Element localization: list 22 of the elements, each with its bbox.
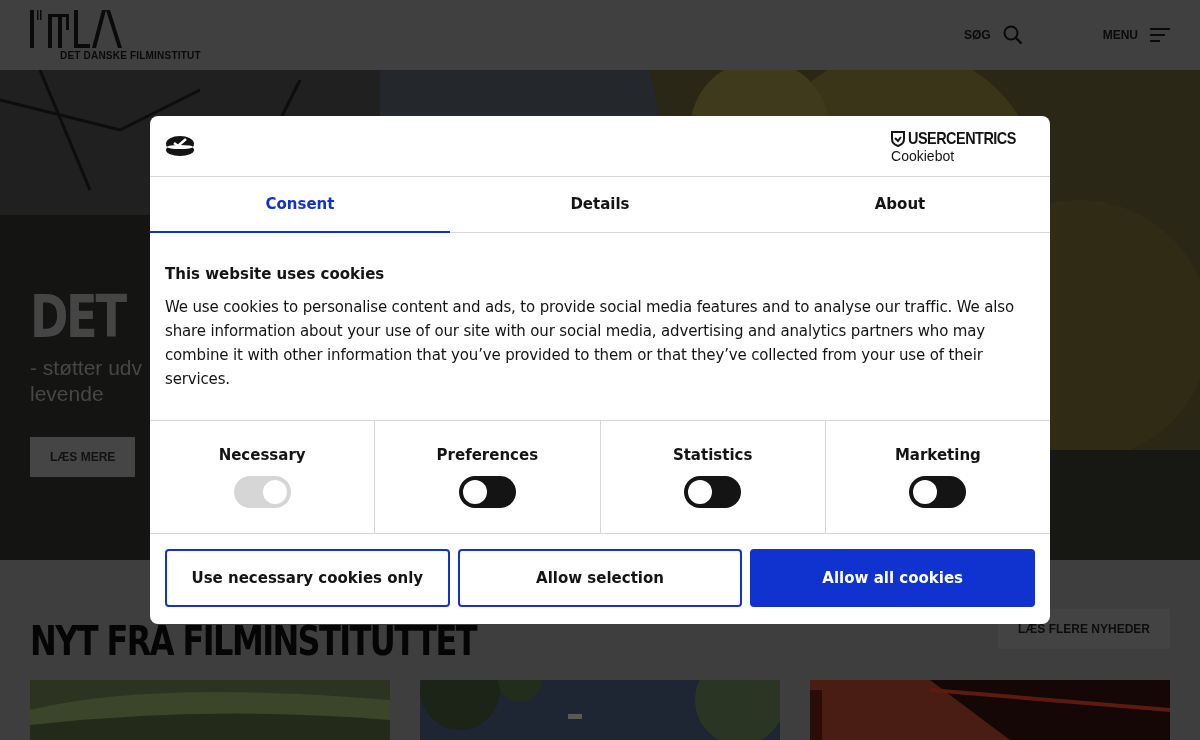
consent-button[interactable]: Use necessary cookies only <box>165 549 450 607</box>
menu-icon <box>1150 27 1170 43</box>
brand-name: USERCENTRICS <box>908 128 1016 149</box>
shield-icon <box>891 130 906 147</box>
category-label: Preferences <box>436 446 539 464</box>
toggle-switch[interactable] <box>458 476 516 508</box>
dialog-text: We use cookies to personalise content and ads, to provide social media features and to analyse our traffic. We also share information about your use of our site with our social media, advertising and analytics partners who may combine it with other information that you’ve provided to them or that they’ve collected from your use of their services. <box>165 297 1016 390</box>
category-label: Necessary <box>218 446 306 464</box>
category-label: Statistics <box>672 446 753 464</box>
dialog-tab[interactable]: About <box>750 177 1050 233</box>
cookie-check-icon <box>165 134 195 158</box>
search-icon <box>1002 25 1023 45</box>
allow-all-button[interactable]: Allow all cookies <box>750 549 1035 607</box>
dialog-tab[interactable]: Consent <box>150 177 450 233</box>
category-label: Marketing <box>894 446 981 464</box>
dialog-heading: This website uses cookies <box>165 265 386 283</box>
toggle-switch[interactable] <box>909 476 967 508</box>
consent-button[interactable]: Allow selection <box>457 549 743 607</box>
section-title: NYT FRA FILMINSTITUTTET <box>30 619 476 663</box>
brand-subtitle: Cookiebot <box>891 148 956 164</box>
dialog-tab[interactable]: Details <box>450 177 750 233</box>
toggle-switch[interactable] <box>684 476 742 508</box>
